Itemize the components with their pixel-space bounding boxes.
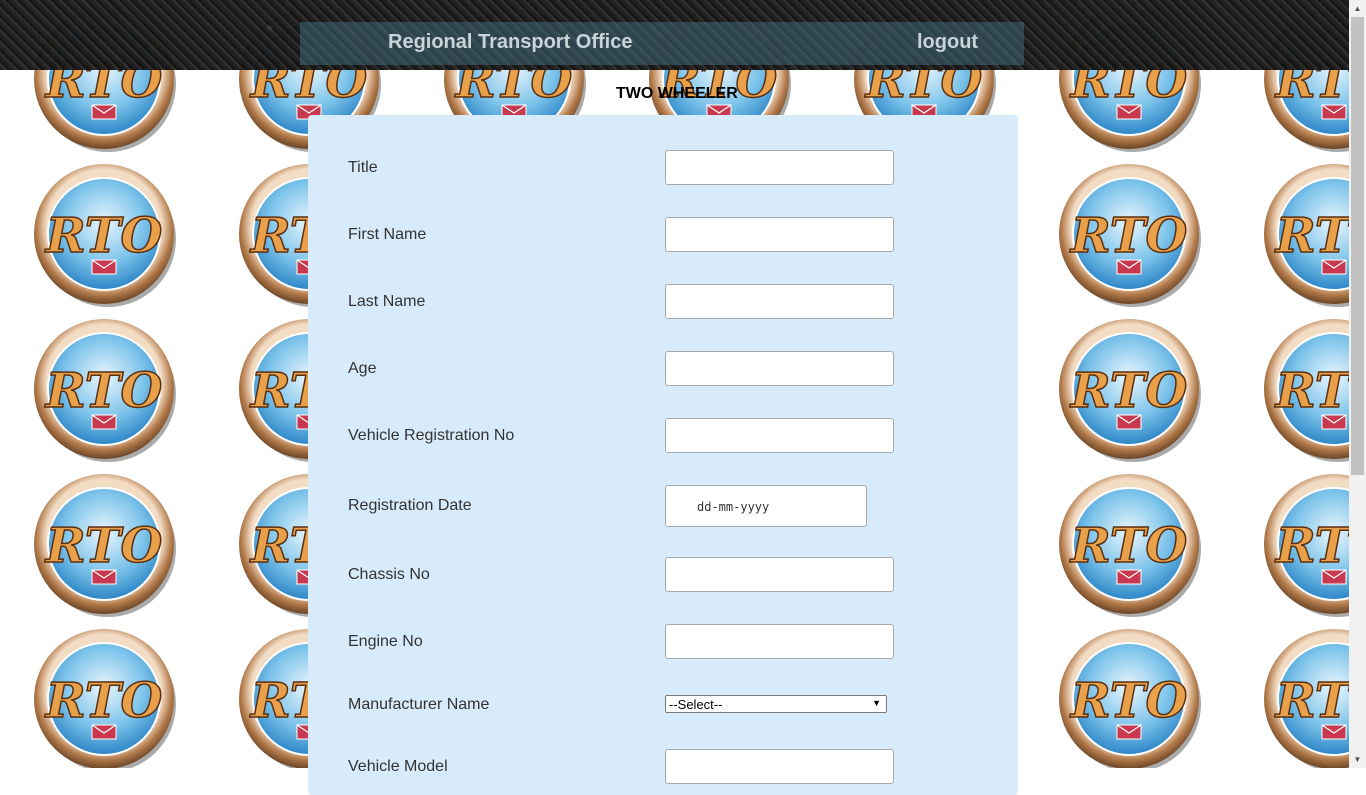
form-row-first-name: First Name xyxy=(348,217,1008,257)
scroll-thumb[interactable] xyxy=(1351,17,1364,475)
form-row-manufacturer-name: Manufacturer Name --Select-- ▼ xyxy=(348,695,1008,719)
site-title: Regional Transport Office xyxy=(388,31,633,53)
form-row-age: Age xyxy=(348,351,1008,391)
form-row-vehicle-registration-no: Vehicle Registration No xyxy=(348,418,1008,458)
manufacturer-name-label: Manufacturer Name xyxy=(348,696,490,713)
dropdown-arrow-icon: ▼ xyxy=(872,698,881,708)
engine-no-label: Engine No xyxy=(348,633,423,650)
logout-link[interactable]: logout xyxy=(917,31,978,54)
vehicle-form-panel: Title First Name Last Name Age Vehicle R… xyxy=(308,115,1018,795)
chassis-no-label: Chassis No xyxy=(348,566,430,583)
vehicle-registration-no-input[interactable] xyxy=(665,418,894,453)
svg-text:RTO: RTO xyxy=(1069,208,1188,264)
form-row-last-name: Last Name xyxy=(348,284,1008,324)
registration-date-input[interactable]: dd-mm-yyyy xyxy=(665,485,867,527)
svg-text:RTO: RTO xyxy=(1274,363,1349,419)
title-input[interactable] xyxy=(665,150,894,185)
last-name-label: Last Name xyxy=(348,293,426,310)
svg-text:RTO: RTO xyxy=(1069,363,1188,419)
manufacturer-selected-value: --Select-- xyxy=(669,697,723,712)
rto-logo-tile: RTO xyxy=(1260,625,1349,768)
rto-logo-tile: RTO xyxy=(30,160,180,310)
svg-text:RTO: RTO xyxy=(1069,518,1188,574)
svg-text:RTO: RTO xyxy=(44,208,163,264)
svg-text:RTO: RTO xyxy=(1069,673,1188,729)
chassis-no-input[interactable] xyxy=(665,557,894,592)
engine-no-input[interactable] xyxy=(665,624,894,659)
rto-logo-tile: RTO xyxy=(30,315,180,465)
age-input[interactable] xyxy=(665,351,894,386)
rto-logo-tile: RTO xyxy=(30,625,180,768)
form-row-title: Title xyxy=(348,150,1008,190)
vehicle-registration-no-label: Vehicle Registration No xyxy=(348,427,515,444)
scroll-down-arrow-icon[interactable]: ▼ xyxy=(1349,751,1366,768)
rto-logo-tile: RTO xyxy=(1055,470,1205,620)
svg-text:RTO: RTO xyxy=(44,518,163,574)
form-heading: TWO WHEELER xyxy=(616,85,738,102)
svg-text:RTO: RTO xyxy=(1274,518,1349,574)
rto-logo-tile: RTO xyxy=(1055,625,1205,768)
form-row-registration-date: Registration Date dd-mm-yyyy xyxy=(348,485,1008,529)
form-row-engine-no: Engine No xyxy=(348,624,1008,664)
rto-logo-tile: RTO xyxy=(30,470,180,620)
manufacturer-select[interactable]: --Select-- ▼ xyxy=(665,695,887,713)
svg-text:RTO: RTO xyxy=(44,363,163,419)
vehicle-model-label: Vehicle Model xyxy=(348,758,448,775)
rto-logo-tile: RTO xyxy=(1260,160,1349,310)
vehicle-model-input[interactable] xyxy=(665,749,894,784)
svg-text:RTO: RTO xyxy=(44,673,163,729)
title-label: Title xyxy=(348,159,378,176)
date-placeholder: dd-mm-yyyy xyxy=(697,500,770,514)
last-name-input[interactable] xyxy=(665,284,894,319)
first-name-label: First Name xyxy=(348,226,427,243)
vertical-scrollbar[interactable]: ▲ ▼ xyxy=(1349,0,1366,768)
svg-text:RTO: RTO xyxy=(1274,673,1349,729)
form-row-vehicle-model: Vehicle Model xyxy=(348,749,1008,789)
rto-logo-tile: RTO xyxy=(1055,160,1205,310)
form-row-chassis-no: Chassis No xyxy=(348,557,1008,597)
rto-logo-tile: RTO xyxy=(1055,315,1205,465)
age-label: Age xyxy=(348,360,377,377)
first-name-input[interactable] xyxy=(665,217,894,252)
rto-logo-tile: RTO xyxy=(1260,315,1349,465)
registration-date-label: Registration Date xyxy=(348,497,472,514)
svg-text:RTO: RTO xyxy=(1274,208,1349,264)
scroll-up-arrow-icon[interactable]: ▲ xyxy=(1349,0,1366,17)
rto-logo-tile: RTO xyxy=(1260,470,1349,620)
